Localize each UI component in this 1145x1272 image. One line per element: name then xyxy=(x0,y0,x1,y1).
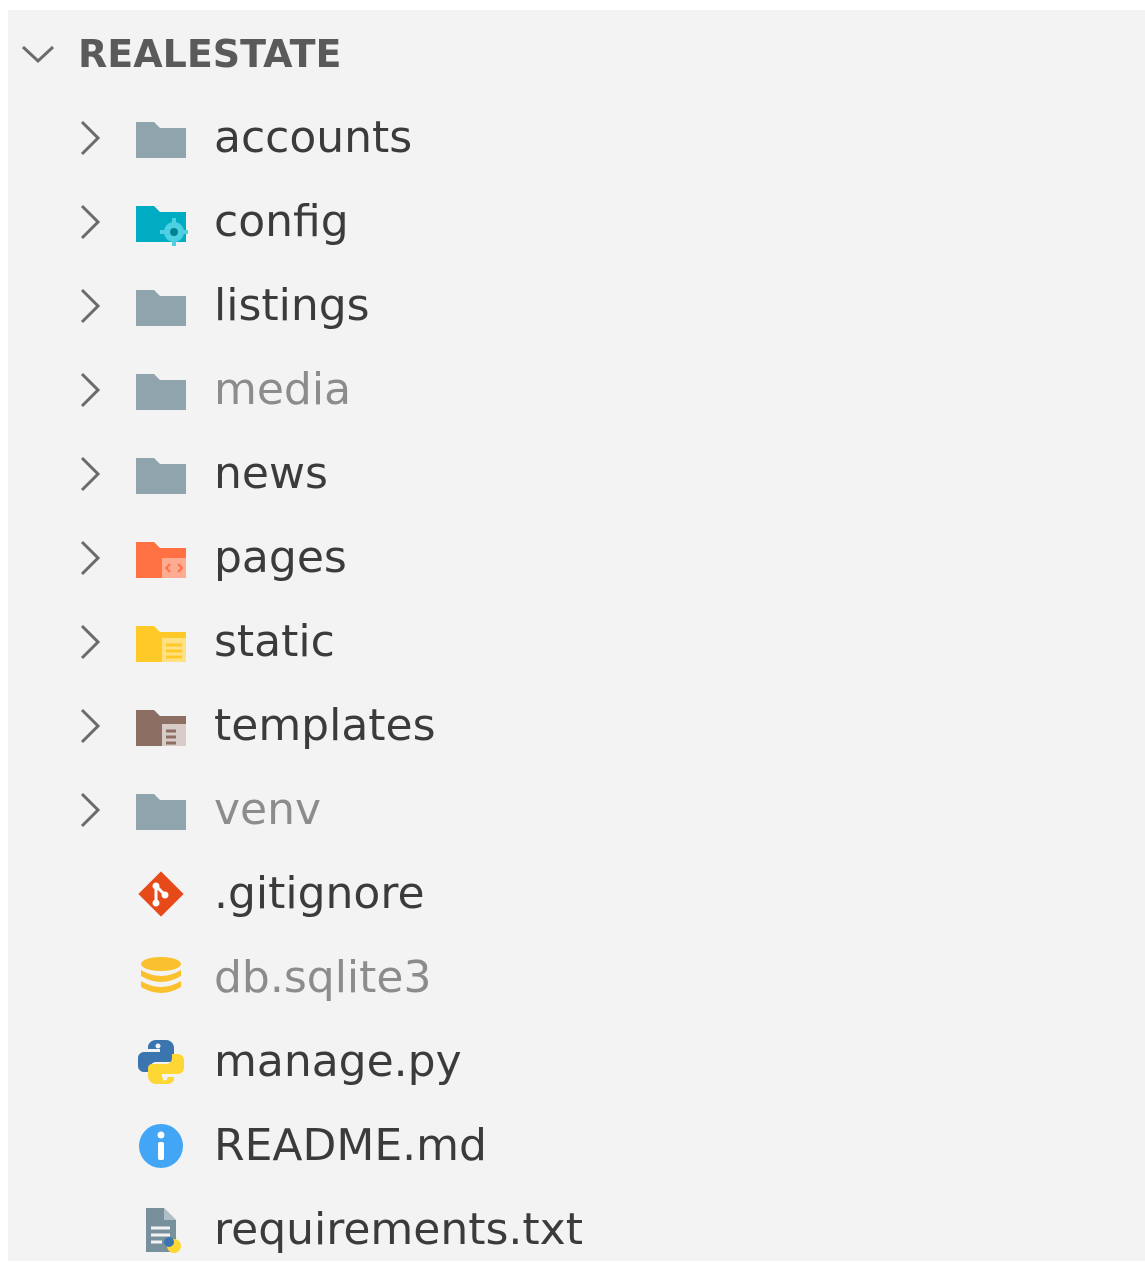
chevron-right-icon[interactable] xyxy=(78,454,102,494)
tree-item-media[interactable]: media xyxy=(8,348,1145,432)
root-folder-title: REALESTATE xyxy=(78,32,342,76)
tree-item-accounts[interactable]: accounts xyxy=(8,96,1145,180)
tree-item-label: news xyxy=(214,448,328,499)
folder-config-icon xyxy=(136,206,188,246)
tree-item-manage-py[interactable]: manage.py xyxy=(8,1020,1145,1104)
tree-item-config[interactable]: config xyxy=(8,180,1145,264)
folder-icon xyxy=(136,122,186,158)
tree-item-label: accounts xyxy=(214,112,413,163)
chevron-right-icon[interactable] xyxy=(78,790,102,830)
chevron-right-icon[interactable] xyxy=(78,370,102,410)
folder-pages-icon xyxy=(136,542,186,578)
folder-icon xyxy=(136,458,186,494)
tree-item-readme-md[interactable]: README.md xyxy=(8,1104,1145,1188)
tree-item-gitignore[interactable]: .gitignore xyxy=(8,852,1145,936)
chevron-right-icon[interactable] xyxy=(78,118,102,158)
chevron-right-icon[interactable] xyxy=(78,538,102,578)
folder-icon xyxy=(136,290,186,326)
tree-item-label: db.sqlite3 xyxy=(214,952,432,1003)
chevron-right-icon[interactable] xyxy=(78,706,102,746)
tree-item-label: templates xyxy=(214,700,436,751)
chevron-down-icon[interactable] xyxy=(20,40,56,68)
info-icon xyxy=(139,1124,183,1168)
tree-item-pages[interactable]: pages xyxy=(8,516,1145,600)
chevron-right-icon[interactable] xyxy=(78,202,102,242)
explorer-root-header[interactable]: REALESTATE xyxy=(8,18,1145,90)
python-icon xyxy=(138,1039,184,1085)
database-icon xyxy=(141,957,181,993)
tree-item-label: manage.py xyxy=(214,1036,462,1087)
tree-item-label: media xyxy=(214,364,352,415)
file-explorer: REALESTATE accounts config listings medi… xyxy=(8,10,1145,1261)
tree-item-label: README.md xyxy=(214,1120,487,1171)
tree-item-label: pages xyxy=(214,532,347,583)
tree-item-listings[interactable]: listings xyxy=(8,264,1145,348)
tree-item-label: config xyxy=(214,196,349,247)
tree-item-venv[interactable]: venv xyxy=(8,768,1145,852)
folder-templates-icon xyxy=(136,710,186,746)
folder-static-icon xyxy=(136,626,186,662)
requirements-file-icon xyxy=(146,1208,181,1253)
tree-item-templates[interactable]: templates xyxy=(8,684,1145,768)
chevron-right-icon[interactable] xyxy=(78,286,102,326)
chevron-right-icon[interactable] xyxy=(78,622,102,662)
tree-item-label: listings xyxy=(214,280,370,331)
folder-icon xyxy=(136,374,186,410)
tree-item-requirements-txt[interactable]: requirements.txt xyxy=(8,1188,1145,1272)
tree-item-label: venv xyxy=(214,784,322,835)
folder-icon xyxy=(136,794,186,830)
tree-item-label: requirements.txt xyxy=(214,1204,583,1255)
git-icon xyxy=(138,871,184,917)
tree-item-label: .gitignore xyxy=(214,868,425,919)
tree-item-label: static xyxy=(214,616,335,667)
tree-item-news[interactable]: news xyxy=(8,432,1145,516)
tree-item-static[interactable]: static xyxy=(8,600,1145,684)
tree-item-db-sqlite3[interactable]: db.sqlite3 xyxy=(8,936,1145,1020)
